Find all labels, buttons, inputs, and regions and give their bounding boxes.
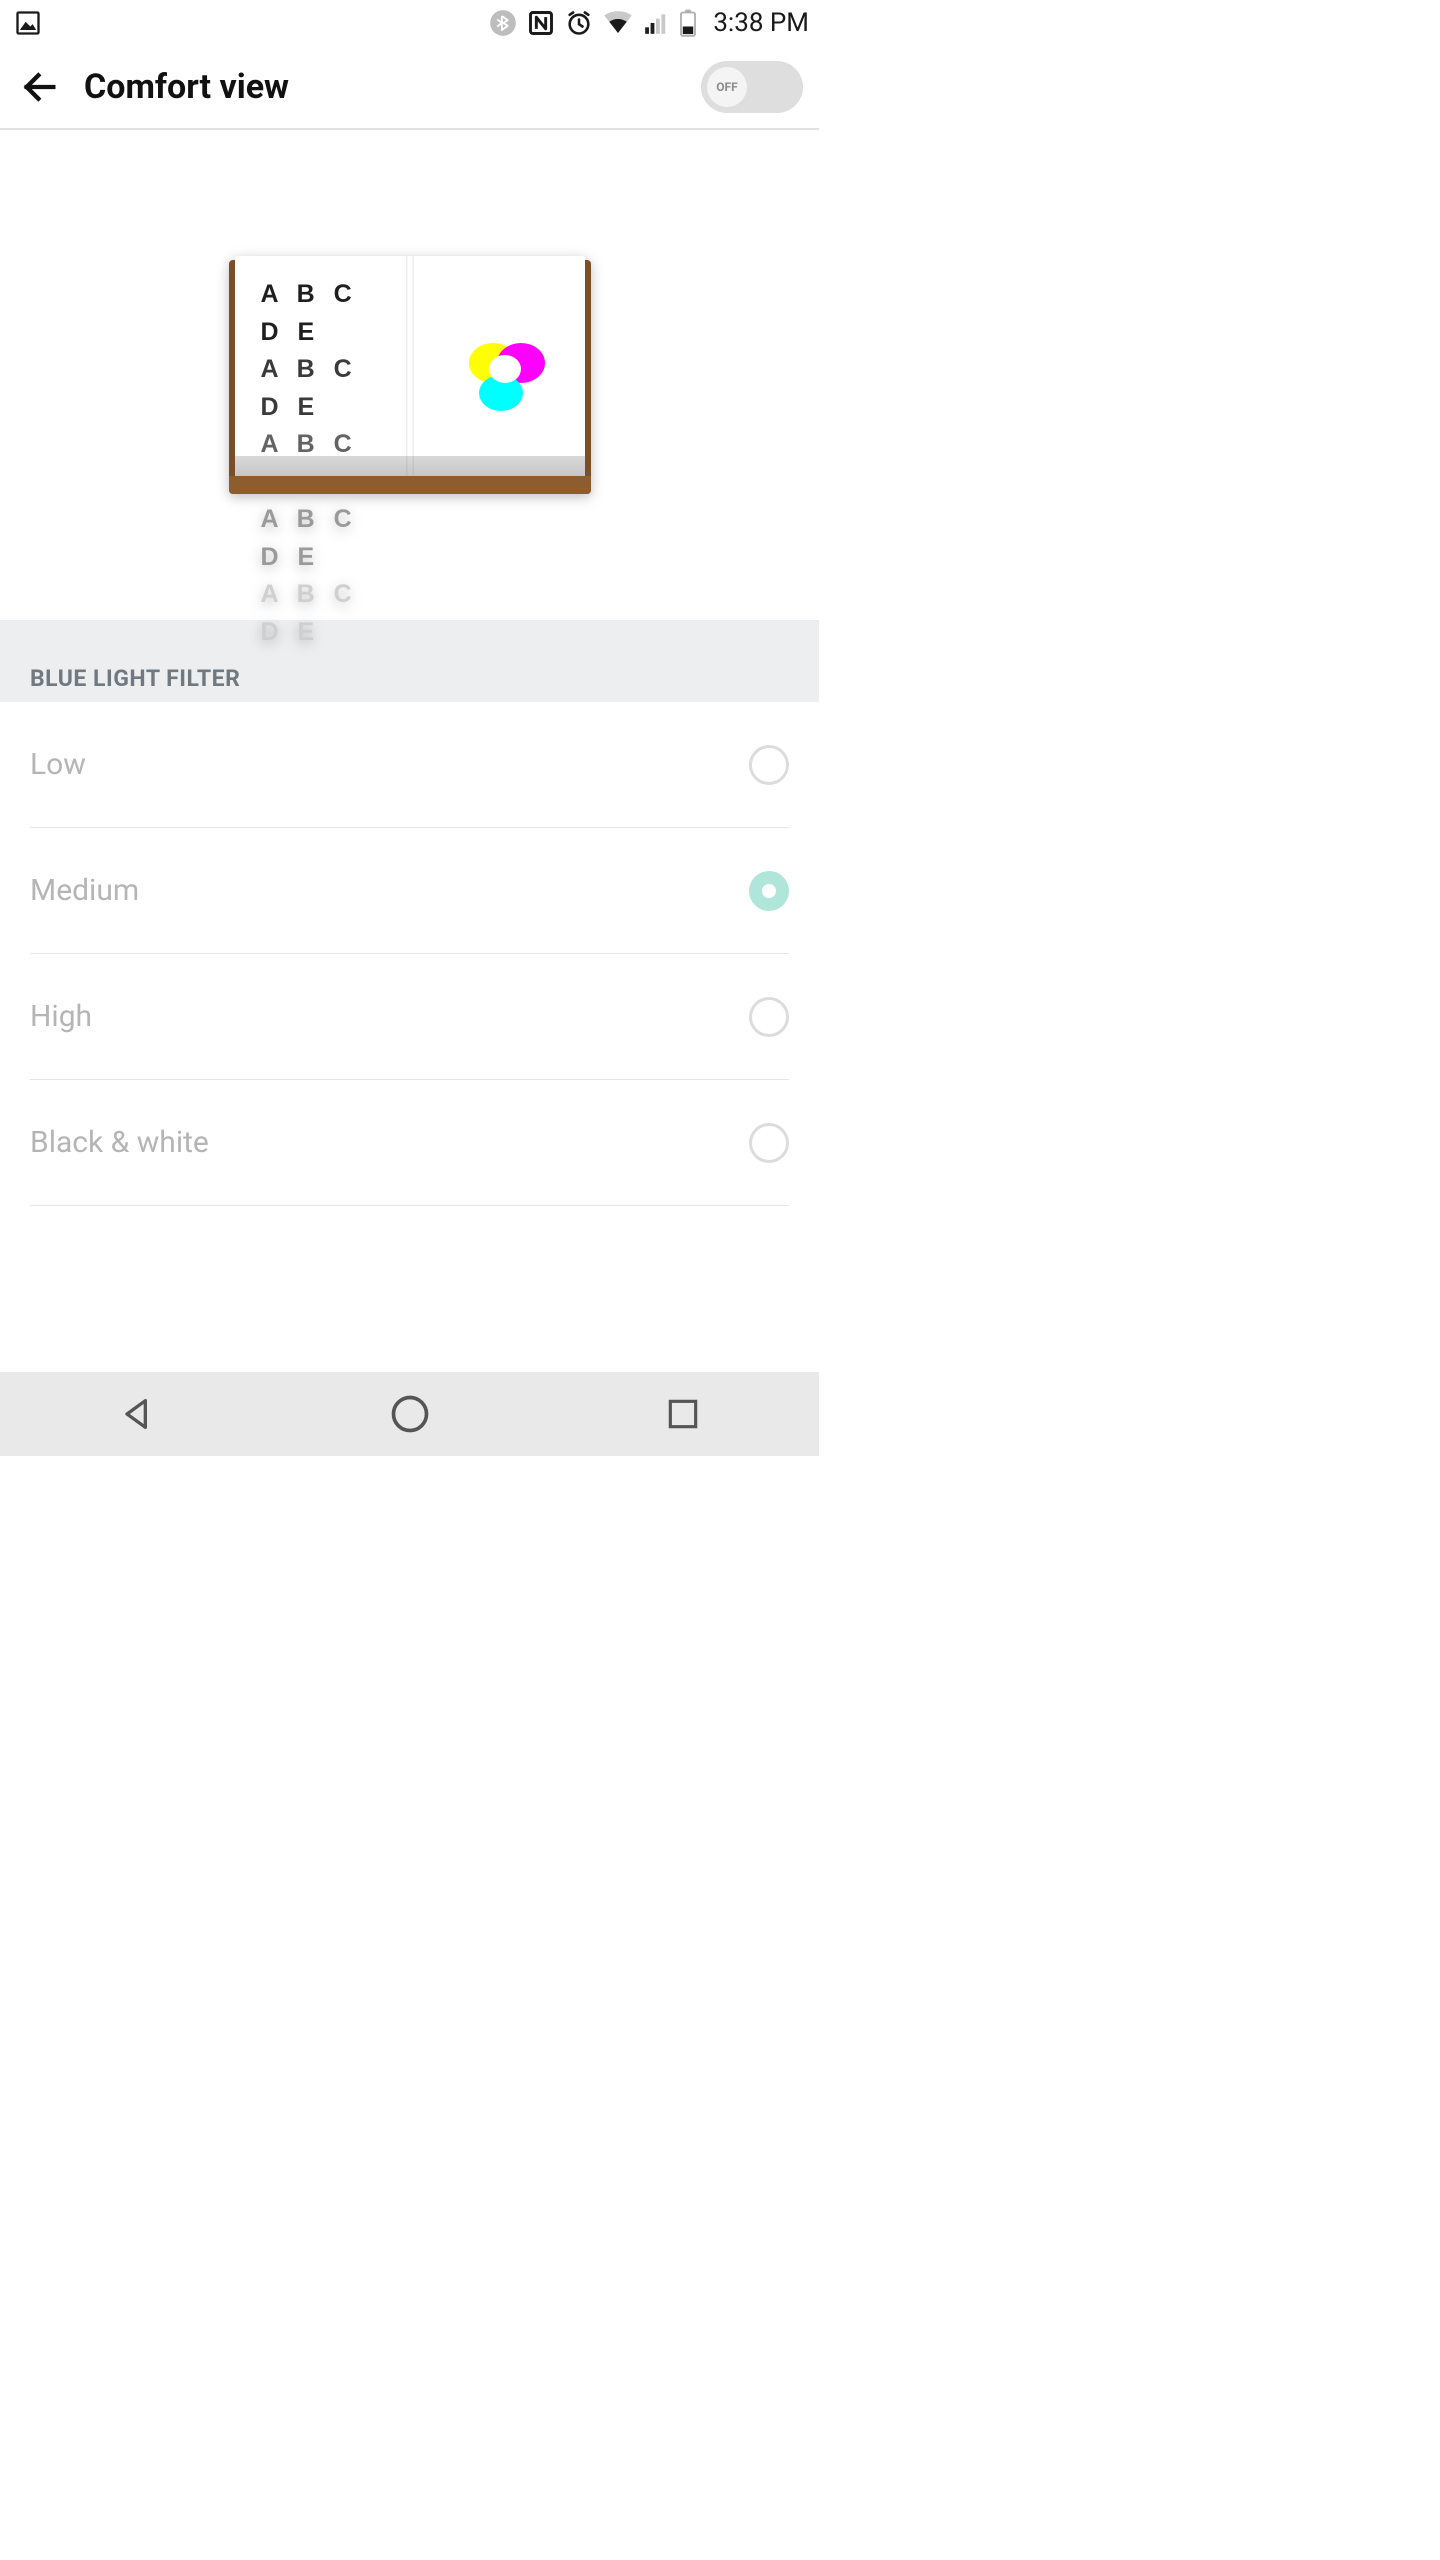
preview-text-row: A B C D E [261,576,394,651]
preview-text-row: A B C D E [261,501,394,576]
option-label: Low [30,747,86,782]
app-bar: Comfort view OFF [0,46,819,130]
rgb-venn-icon [427,303,567,433]
preview-area: A B C D E A B C D E A B C D E A B C D E … [0,130,819,620]
status-bar: 3:38 PM [0,0,819,46]
radio-icon [749,997,789,1037]
preview-text-row: A B C D E [261,351,394,426]
radio-icon [749,745,789,785]
status-time: 3:38 PM [713,8,809,38]
section-header: BLUE LIGHT FILTER [0,620,819,702]
page-title: Comfort view [84,67,681,107]
book-left-page: A B C D E A B C D E A B C D E A B C D E … [235,256,410,480]
option-low[interactable]: Low [30,702,789,828]
square-recents-icon [664,1395,702,1433]
option-label: Medium [30,873,139,908]
book-right-page [410,256,585,480]
circle-home-icon [388,1392,432,1436]
nav-back-button[interactable] [107,1384,167,1444]
comfort-view-toggle[interactable]: OFF [701,61,803,113]
nfc-icon [527,9,555,37]
nav-home-button[interactable] [380,1384,440,1444]
option-medium[interactable]: Medium [30,828,789,954]
toggle-knob: OFF [707,67,747,107]
option-black-white[interactable]: Black & white [30,1080,789,1206]
option-list: Low Medium High Black & white [0,702,819,1206]
gallery-icon [14,9,42,37]
option-label: High [30,999,92,1034]
nav-bar [0,1372,819,1456]
preview-text-row: A B C D E [261,276,394,351]
radio-selected-icon [749,871,789,911]
arrow-left-icon [20,67,60,107]
triangle-back-icon [117,1394,157,1434]
nav-recents-button[interactable] [653,1384,713,1444]
section-title: BLUE LIGHT FILTER [30,665,240,692]
bluetooth-icon [489,9,517,37]
signal-icon [643,10,669,36]
wifi-icon [603,10,633,36]
radio-icon [749,1123,789,1163]
back-button[interactable] [16,63,64,111]
option-label: Black & white [30,1125,209,1160]
alarm-icon [565,9,593,37]
battery-icon [679,9,697,37]
book-illustration: A B C D E A B C D E A B C D E A B C D E … [229,256,591,494]
option-high[interactable]: High [30,954,789,1080]
